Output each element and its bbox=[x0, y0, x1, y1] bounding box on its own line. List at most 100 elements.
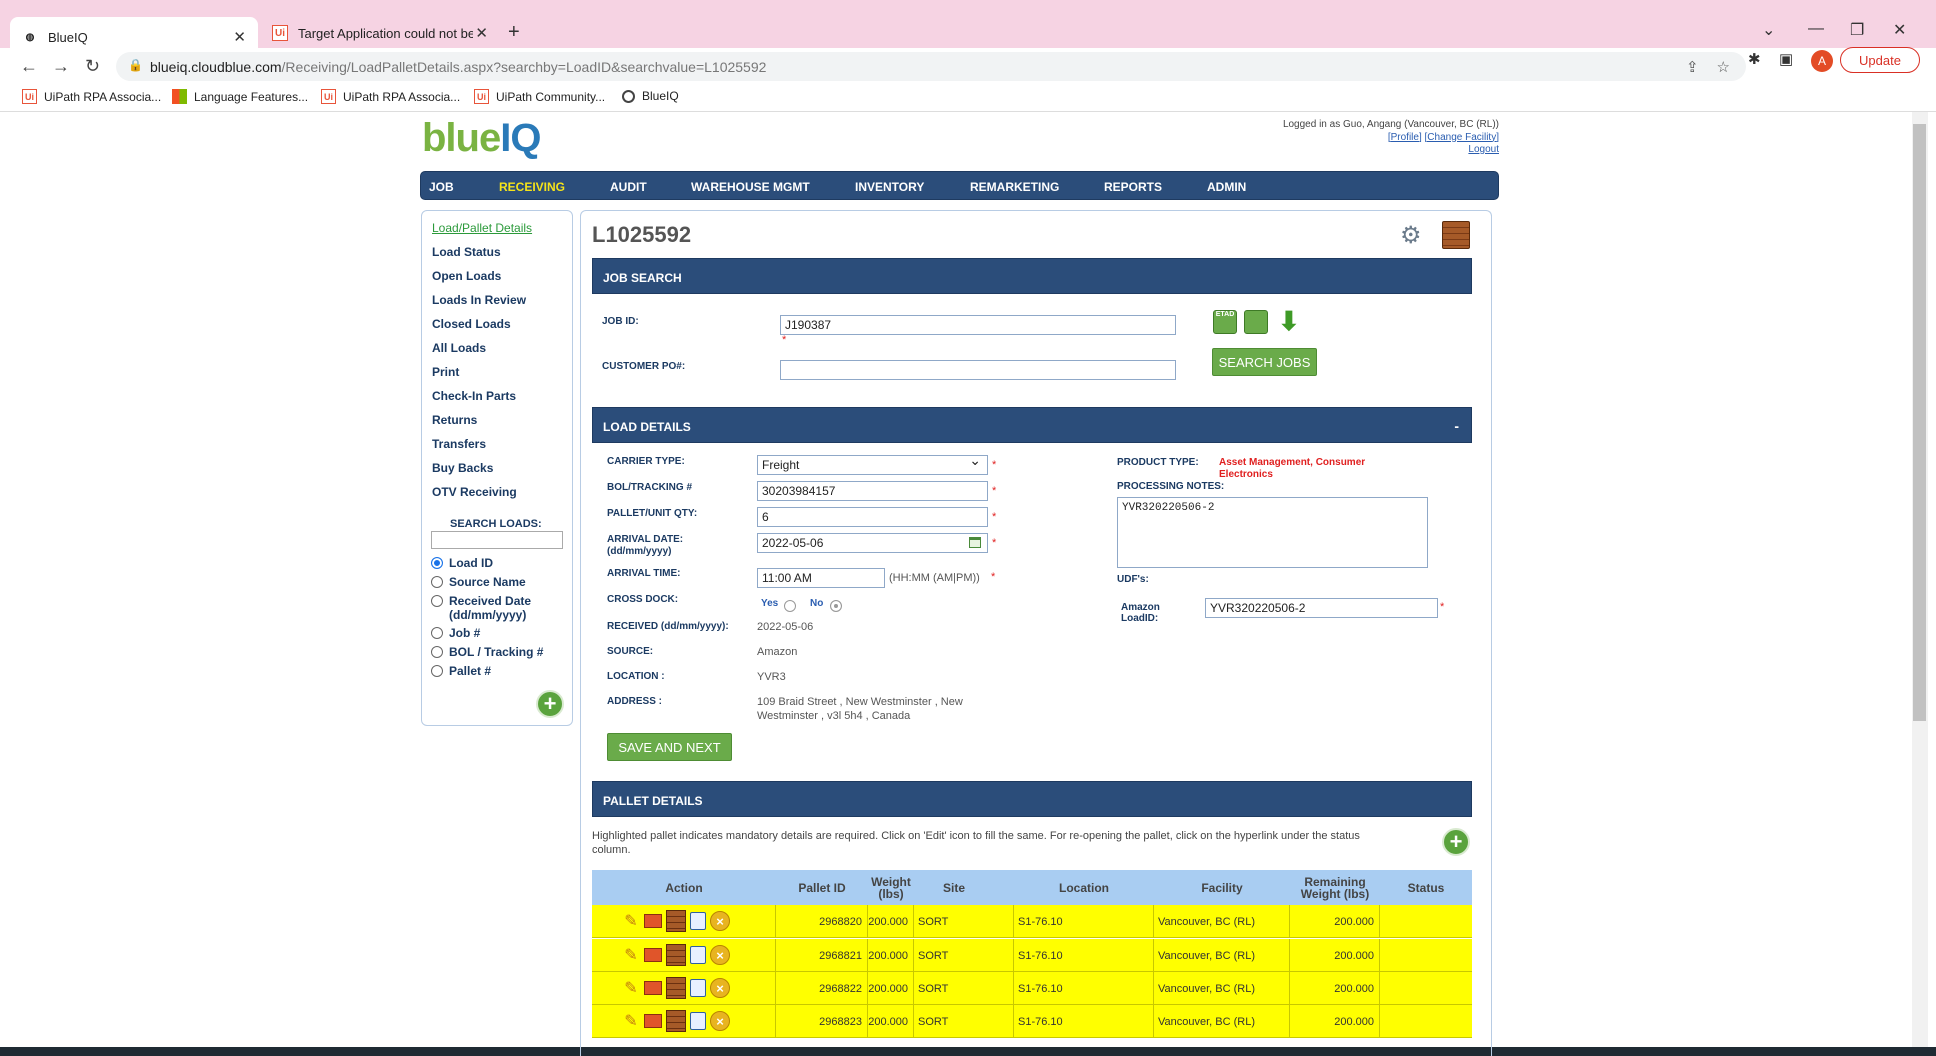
radio-bol-tracking[interactable]: BOL / Tracking # bbox=[431, 645, 543, 659]
print-icon[interactable] bbox=[690, 946, 706, 964]
bookmark-item[interactable]: BlueIQ bbox=[622, 89, 679, 103]
job-id-input[interactable]: J190387 bbox=[780, 315, 1176, 335]
nav-admin[interactable]: ADMIN bbox=[1207, 180, 1246, 194]
add-pallet-button[interactable]: + bbox=[1442, 828, 1470, 856]
edit-pencil-icon[interactable]: ✎ bbox=[622, 978, 640, 998]
update-button[interactable]: Update bbox=[1840, 47, 1920, 73]
edit-pencil-icon[interactable]: ✎ bbox=[622, 1011, 640, 1031]
pallet-box-icon[interactable] bbox=[666, 944, 686, 966]
sidebar-item-check-in-parts[interactable]: Check-In Parts bbox=[432, 389, 516, 403]
new-tab-icon[interactable]: + bbox=[508, 21, 520, 44]
status-cell[interactable] bbox=[1380, 939, 1472, 972]
scrollbar-thumb[interactable] bbox=[1913, 124, 1926, 721]
radio-received-date[interactable]: Received Date (dd/mm/yyyy) bbox=[431, 594, 551, 622]
bol-tracking-input[interactable]: 30203984157 bbox=[757, 481, 988, 501]
nav-audit[interactable]: AUDIT bbox=[610, 180, 647, 194]
status-cell[interactable] bbox=[1380, 905, 1472, 938]
pallet-qty-input[interactable]: 6 bbox=[757, 507, 988, 527]
radio-job[interactable]: Job # bbox=[431, 626, 480, 640]
radio-pallet[interactable]: Pallet # bbox=[431, 664, 491, 678]
sidebar-item-loads-in-review[interactable]: Loads In Review bbox=[432, 293, 526, 307]
carrier-type-select[interactable]: Freight bbox=[757, 452, 988, 475]
photo-icon[interactable] bbox=[644, 981, 662, 995]
cancel-icon[interactable]: × bbox=[710, 1011, 730, 1031]
tab-target-application[interactable]: Ui Target Application could not be i ✕ bbox=[260, 17, 496, 49]
bookmark-item[interactable]: Ui UiPath RPA Associa... bbox=[22, 89, 161, 104]
cancel-icon[interactable]: × bbox=[710, 945, 730, 965]
sidebar-item-load-status[interactable]: Load Status bbox=[432, 245, 501, 259]
cancel-icon[interactable]: × bbox=[710, 978, 730, 998]
print-icon[interactable] bbox=[690, 979, 706, 997]
photo-icon[interactable] bbox=[644, 948, 662, 962]
export-icon[interactable] bbox=[1244, 310, 1268, 334]
customer-po-input[interactable] bbox=[780, 360, 1176, 380]
sidebar-item-otv-receiving[interactable]: OTV Receiving bbox=[432, 485, 517, 499]
radio-source-name[interactable]: Source Name bbox=[431, 575, 526, 589]
add-search-button[interactable]: + bbox=[536, 690, 564, 718]
photo-icon[interactable] bbox=[644, 1014, 662, 1028]
print-icon[interactable] bbox=[690, 912, 706, 930]
sidebar-item-load-pallet-details[interactable]: Load/Pallet Details bbox=[432, 221, 532, 235]
edit-pencil-icon[interactable]: ✎ bbox=[622, 911, 640, 931]
sidebar-item-returns[interactable]: Returns bbox=[432, 413, 477, 427]
bookmark-item[interactable]: Ui UiPath Community... bbox=[474, 89, 605, 104]
nav-warehouse-mgmt[interactable]: WAREHOUSE MGMT bbox=[691, 180, 810, 194]
side-panel-icon[interactable]: ▣ bbox=[1779, 50, 1793, 68]
etad-icon[interactable]: ETAD bbox=[1213, 310, 1237, 334]
calendar-icon[interactable] bbox=[969, 537, 981, 548]
arrival-time-input[interactable]: 11:00 AM bbox=[757, 568, 885, 588]
restore-icon[interactable]: ❐ bbox=[1850, 20, 1864, 40]
sidebar-item-transfers[interactable]: Transfers bbox=[432, 437, 486, 451]
search-loads-input[interactable] bbox=[431, 531, 563, 549]
amazon-loadid-input[interactable]: YVR320220506-2 bbox=[1205, 598, 1438, 618]
bookmark-star-icon[interactable]: ☆ bbox=[1717, 58, 1730, 76]
download-icon[interactable]: ⬇ bbox=[1278, 308, 1302, 334]
collapse-toggle[interactable]: - bbox=[1454, 418, 1459, 434]
arrival-date-input[interactable]: 2022-05-06 bbox=[757, 533, 988, 553]
change-facility-link[interactable]: [Change Facility] bbox=[1425, 132, 1499, 143]
status-cell[interactable] bbox=[1380, 972, 1472, 1005]
processing-notes-textarea[interactable]: YVR320220506-2 bbox=[1117, 497, 1428, 568]
nav-remarketing[interactable]: REMARKETING bbox=[970, 180, 1059, 194]
settings-icon[interactable]: ⚙ bbox=[1400, 221, 1428, 249]
close-tab-icon[interactable]: ✕ bbox=[475, 24, 488, 42]
status-cell[interactable] bbox=[1380, 1005, 1472, 1038]
pallet-box-icon[interactable] bbox=[1442, 221, 1470, 249]
sidebar-item-buy-backs[interactable]: Buy Backs bbox=[432, 461, 493, 475]
url-field[interactable]: 🔒 blueiq.cloudblue.com/Receiving/LoadPal… bbox=[116, 52, 1746, 81]
profile-link[interactable]: [Profile] bbox=[1388, 132, 1422, 143]
nav-receiving[interactable]: RECEIVING bbox=[499, 180, 565, 194]
profile-avatar[interactable]: A bbox=[1811, 50, 1833, 72]
sidebar-item-print[interactable]: Print bbox=[432, 365, 459, 379]
edit-pencil-icon[interactable]: ✎ bbox=[622, 945, 640, 965]
cross-dock-no-radio[interactable] bbox=[830, 600, 842, 612]
logout-link[interactable]: Logout bbox=[1468, 144, 1499, 155]
tab-search-icon[interactable]: ⌄ bbox=[1762, 20, 1775, 40]
photo-icon[interactable] bbox=[644, 914, 662, 928]
blueiq-logo[interactable]: blueIQ bbox=[422, 116, 541, 161]
cancel-icon[interactable]: × bbox=[710, 911, 730, 931]
pallet-box-icon[interactable] bbox=[666, 1010, 686, 1032]
nav-reports[interactable]: REPORTS bbox=[1104, 180, 1162, 194]
search-jobs-button[interactable]: SEARCH JOBS bbox=[1212, 348, 1317, 376]
extensions-icon[interactable]: ✱ bbox=[1748, 50, 1761, 68]
nav-inventory[interactable]: INVENTORY bbox=[855, 180, 924, 194]
bookmark-item[interactable]: Language Features... bbox=[172, 89, 308, 104]
cross-dock-yes-radio[interactable] bbox=[784, 600, 796, 612]
nav-job[interactable]: JOB bbox=[429, 180, 454, 194]
back-icon[interactable]: ← bbox=[20, 56, 38, 77]
bookmark-item[interactable]: Ui UiPath RPA Associa... bbox=[321, 89, 460, 104]
share-icon[interactable]: ⇪ bbox=[1686, 58, 1699, 76]
sidebar-item-all-loads[interactable]: All Loads bbox=[432, 341, 486, 355]
pallet-box-icon[interactable] bbox=[666, 977, 686, 999]
close-window-icon[interactable]: ✕ bbox=[1893, 20, 1906, 40]
sidebar-item-open-loads[interactable]: Open Loads bbox=[432, 269, 501, 283]
forward-icon[interactable]: → bbox=[52, 56, 70, 77]
save-and-next-button[interactable]: SAVE AND NEXT bbox=[607, 733, 732, 761]
radio-load-id[interactable]: Load ID bbox=[431, 556, 493, 570]
minimize-icon[interactable]: — bbox=[1808, 20, 1824, 38]
reload-icon[interactable]: ↻ bbox=[85, 56, 100, 77]
pallet-box-icon[interactable] bbox=[666, 910, 686, 932]
sidebar-item-closed-loads[interactable]: Closed Loads bbox=[432, 317, 511, 331]
print-icon[interactable] bbox=[690, 1012, 706, 1030]
